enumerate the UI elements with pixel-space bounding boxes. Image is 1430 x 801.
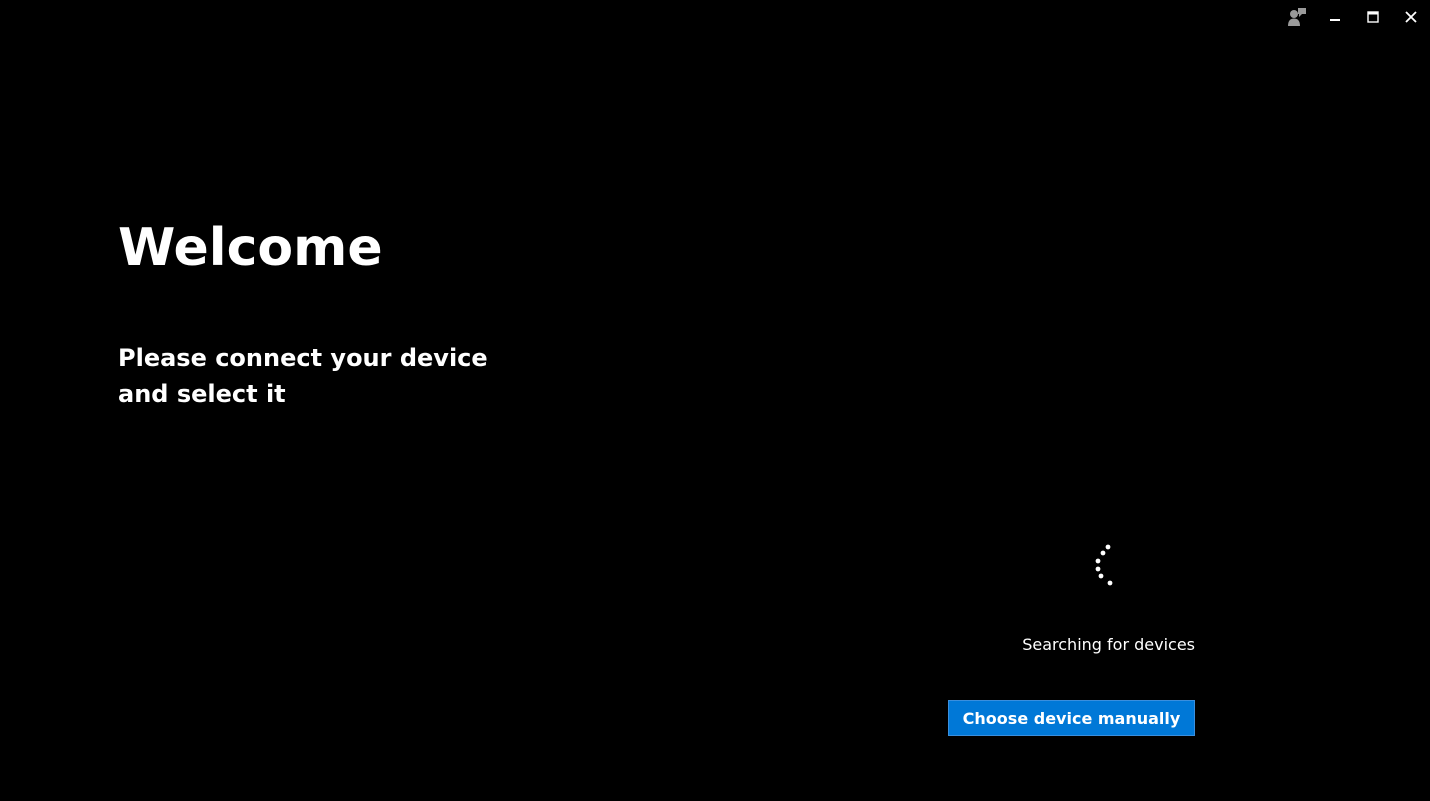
close-icon bbox=[1405, 11, 1417, 23]
instruction-text: Please connect your device and select it bbox=[118, 344, 488, 408]
feedback-button[interactable] bbox=[1278, 0, 1316, 34]
page-title: Welcome bbox=[118, 218, 383, 278]
close-button[interactable] bbox=[1392, 0, 1430, 34]
app-window: Welcome Please connect your device and s… bbox=[0, 0, 1430, 801]
maximize-icon bbox=[1367, 11, 1379, 23]
minimize-icon bbox=[1330, 19, 1340, 21]
search-status: Searching for devices bbox=[1022, 635, 1195, 654]
loading-spinner-icon bbox=[1095, 544, 1113, 586]
minimize-button[interactable] bbox=[1316, 0, 1354, 34]
choose-device-manually-button[interactable]: Choose device manually bbox=[948, 700, 1195, 736]
window-controls bbox=[1278, 0, 1430, 34]
feedback-person-icon bbox=[1288, 8, 1306, 26]
maximize-button[interactable] bbox=[1354, 0, 1392, 34]
